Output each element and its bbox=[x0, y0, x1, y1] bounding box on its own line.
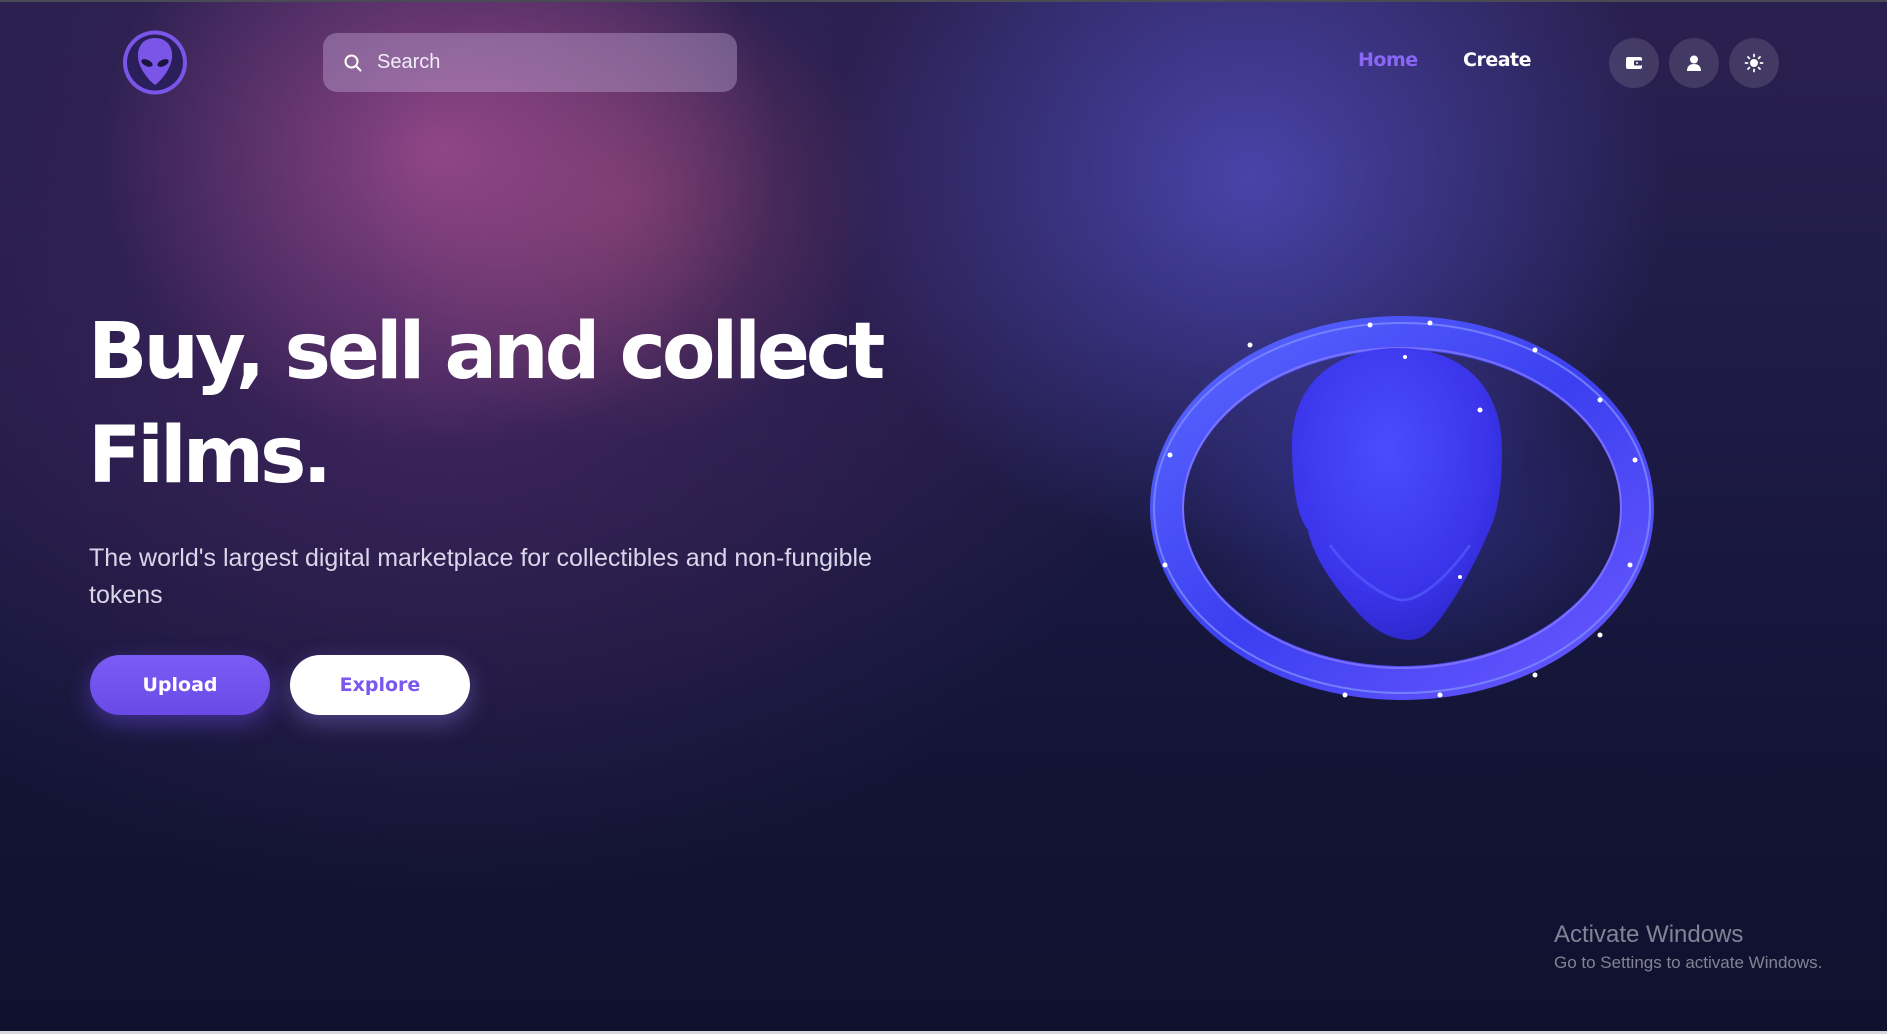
hero-title: Buy, sell and collect Films. bbox=[88, 300, 988, 508]
user-icon bbox=[1687, 55, 1701, 71]
search-icon bbox=[344, 54, 362, 71]
window-top-border bbox=[0, 0, 1887, 2]
explore-button[interactable]: Explore bbox=[290, 655, 470, 715]
hero-subtitle: The world's largest digital marketplace … bbox=[89, 544, 872, 609]
search-bar[interactable] bbox=[323, 33, 737, 92]
search-input[interactable] bbox=[375, 50, 709, 75]
hero-title-line-1: Buy, sell and collect bbox=[88, 307, 885, 397]
profile-button[interactable] bbox=[1669, 38, 1719, 88]
nav-home-link[interactable]: Home bbox=[1358, 49, 1418, 71]
wallet-icon bbox=[1626, 57, 1642, 69]
watermark-subtitle: Go to Settings to activate Windows. bbox=[1554, 953, 1823, 972]
hero-title-line-2: Films. bbox=[88, 411, 332, 501]
alien-head-icon[interactable] bbox=[120, 30, 190, 95]
theme-toggle-button[interactable] bbox=[1729, 38, 1779, 88]
sun-icon bbox=[1744, 53, 1764, 73]
windows-activation-watermark: Activate Windows Go to Settings to activ… bbox=[1554, 920, 1822, 976]
alien-head-3d-icon bbox=[1140, 313, 1662, 705]
nav-create-link[interactable]: Create bbox=[1463, 49, 1532, 71]
watermark-title: Activate Windows bbox=[1554, 921, 1744, 948]
upload-button[interactable]: Upload bbox=[90, 655, 270, 715]
wallet-button[interactable] bbox=[1609, 38, 1659, 88]
landing-page: Home Create bbox=[0, 0, 1887, 1034]
